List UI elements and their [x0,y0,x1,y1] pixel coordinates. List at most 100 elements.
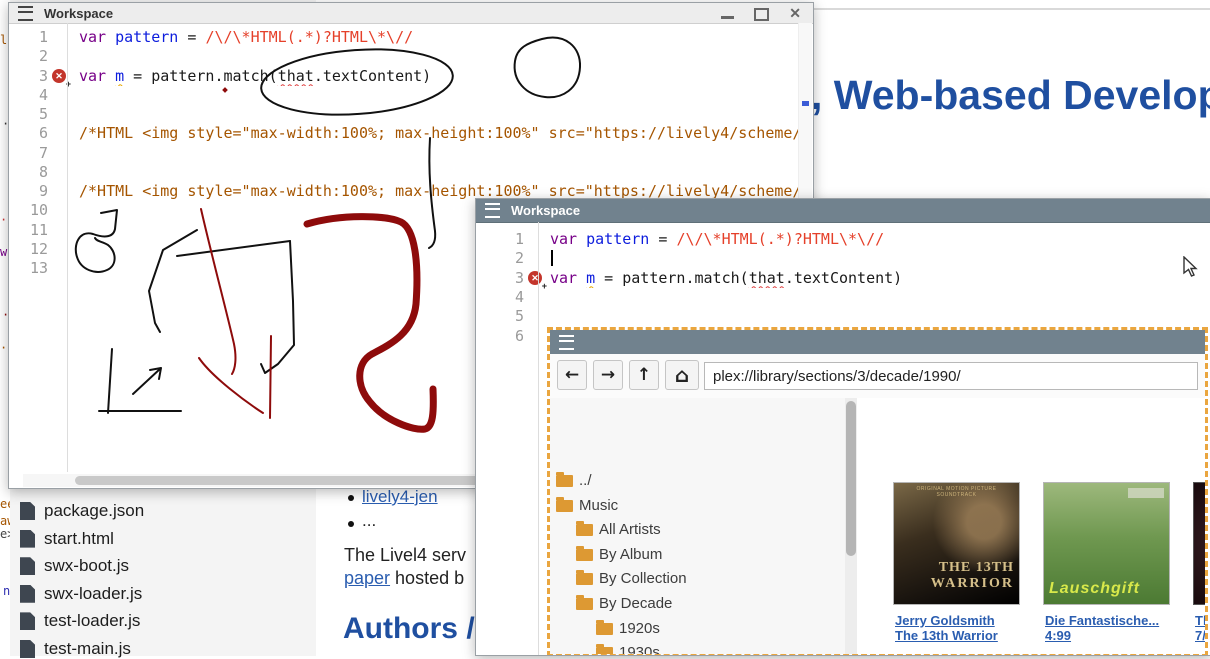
album-link[interactable]: 7/ [1195,628,1206,643]
code-line: var pattern = /\/\*HTML(.*)?HTML\*\// [550,230,884,249]
code-token: var [550,230,577,248]
plex-toolbar: ←→↑⌂ [550,354,1205,399]
gutter-separator [67,23,68,472]
code-line: var m = pattern.match(that.textContent) [79,67,431,86]
code-token: = pattern.match( [595,269,749,287]
code-token: var [550,269,577,287]
text-fragment: e> [0,527,10,541]
file-name: swx-boot.js [44,556,129,576]
line-number: 11 [18,221,48,240]
file-icon [20,530,35,548]
line-number: 3 [18,67,48,86]
code-line: var m = pattern.match(that.textContent) [550,269,902,288]
error-badge[interactable]: ✕ [52,69,66,83]
address-input[interactable] [704,362,1198,390]
workspace-window-2[interactable]: Workspace 123✕456var pattern = /\/\*HTML… [475,198,1210,656]
code-token: that [278,67,314,85]
file-name: start.html [44,529,114,549]
line-number: 13 [18,259,48,278]
code-token [577,230,586,248]
code-token: /\/\*HTML(.*)?HTML\*\// [205,28,413,46]
menu-icon[interactable] [18,6,33,21]
code-token: /*HTML <img style="max-width:100%; max-h… [79,124,801,142]
menu-icon[interactable] [559,335,574,350]
page-title: , Web-based Develop [811,72,1210,119]
file-icon [20,585,35,603]
cover-logo [1128,488,1164,498]
code-token: pattern [586,230,649,248]
album-link[interactable]: Th [1195,613,1208,628]
text-fragment: n [3,584,10,598]
file-name: test-main.js [44,639,131,659]
code-token [106,67,115,85]
code-token: var [79,28,106,46]
error-badge[interactable]: ✕ [528,271,542,285]
album-cover[interactable]: ORIGINAL MOTION PICTURE SOUNDTRACK THE 13… [893,482,1020,605]
mouse-cursor [1183,256,1199,278]
bullet-marker [348,521,354,527]
maximize-button[interactable] [754,8,769,21]
minimize-button[interactable] [721,16,734,19]
file-name: test-loader.js [44,611,140,631]
album-link[interactable]: The 13th Warrior [895,628,998,643]
screen: { "colors":{"accent_orange":"#eaa63f","t… [0,0,1210,656]
album-link[interactable]: Die Fantastische... [1045,613,1159,628]
repo-link[interactable]: lively4-jen [362,487,438,507]
annotation-mark [802,101,809,106]
back-button[interactable]: ← [557,360,587,390]
line-number: 3 [494,269,524,288]
cover-text: WARRIOR [931,576,1014,592]
text-fragment: l [0,33,7,47]
file-name: package.json [44,501,144,521]
code-token: = pattern.match( [124,67,278,85]
file-item[interactable]: package.json [20,501,144,521]
home-button[interactable]: ⌂ [665,360,699,390]
line-number: 5 [18,105,48,124]
paper-link[interactable]: paper [344,568,390,588]
line-number: 9 [18,182,48,201]
plex-browser-widget[interactable]: ←→↑⌂ ../MusicAll ArtistsBy AlbumBy Colle… [547,327,1208,656]
album-link[interactable]: 4:99 [1045,628,1071,643]
line-number: 8 [18,163,48,182]
file-item[interactable]: start.html [20,529,114,549]
file-item[interactable]: swx-boot.js [20,556,129,576]
workspace1-titlebar[interactable]: Workspace ✕ [9,3,813,24]
code-token [106,28,115,46]
workspace2-titlebar[interactable]: Workspace [476,199,1210,223]
file-item[interactable]: swx-loader.js [20,584,142,604]
cover-text: THE 13TH [939,560,1014,576]
code-token: var [79,67,106,85]
code-line: /*HTML <img style="max-width:100%; max-h… [79,124,801,143]
line-number: 4 [18,86,48,105]
text-cursor [551,250,553,266]
close-button[interactable]: ✕ [789,6,801,20]
cover-text: ORIGINAL MOTION PICTURE SOUNDTRACK [898,486,1015,498]
album-cover[interactable] [1193,482,1208,605]
line-number: 5 [494,307,524,326]
paragraph-line: paper hosted b [344,567,466,590]
window-title: Workspace [44,6,113,21]
menu-icon[interactable] [485,203,500,218]
intro-paragraph: The Livel4 serv paper hosted b [344,544,466,590]
line-number: 6 [494,327,524,346]
forward-button[interactable]: → [593,360,623,390]
plex-content: ../MusicAll ArtistsBy AlbumBy Collection… [550,398,1205,654]
file-item[interactable]: test-loader.js [20,611,140,631]
code-token: that [749,269,785,287]
album-grid: ORIGINAL MOTION PICTURE SOUNDTRACK THE 13… [550,398,1205,654]
album-link[interactable]: Jerry Goldsmith [895,613,995,628]
code-token: = [649,230,676,248]
plex-titlebar[interactable] [550,330,1205,354]
bullet-marker [348,495,354,501]
file-icon [20,557,35,575]
line-number: 1 [494,230,524,249]
line-number: 2 [494,249,524,268]
up-button[interactable]: ↑ [629,360,659,390]
code-token: m [115,67,124,85]
file-icon [20,640,35,658]
window-title: Workspace [511,203,580,218]
album-cover[interactable]: Lauschgift [1043,482,1170,605]
file-item[interactable]: test-main.js [20,639,131,659]
page-top-border [814,8,1210,10]
text-fragment: aw [0,514,10,528]
